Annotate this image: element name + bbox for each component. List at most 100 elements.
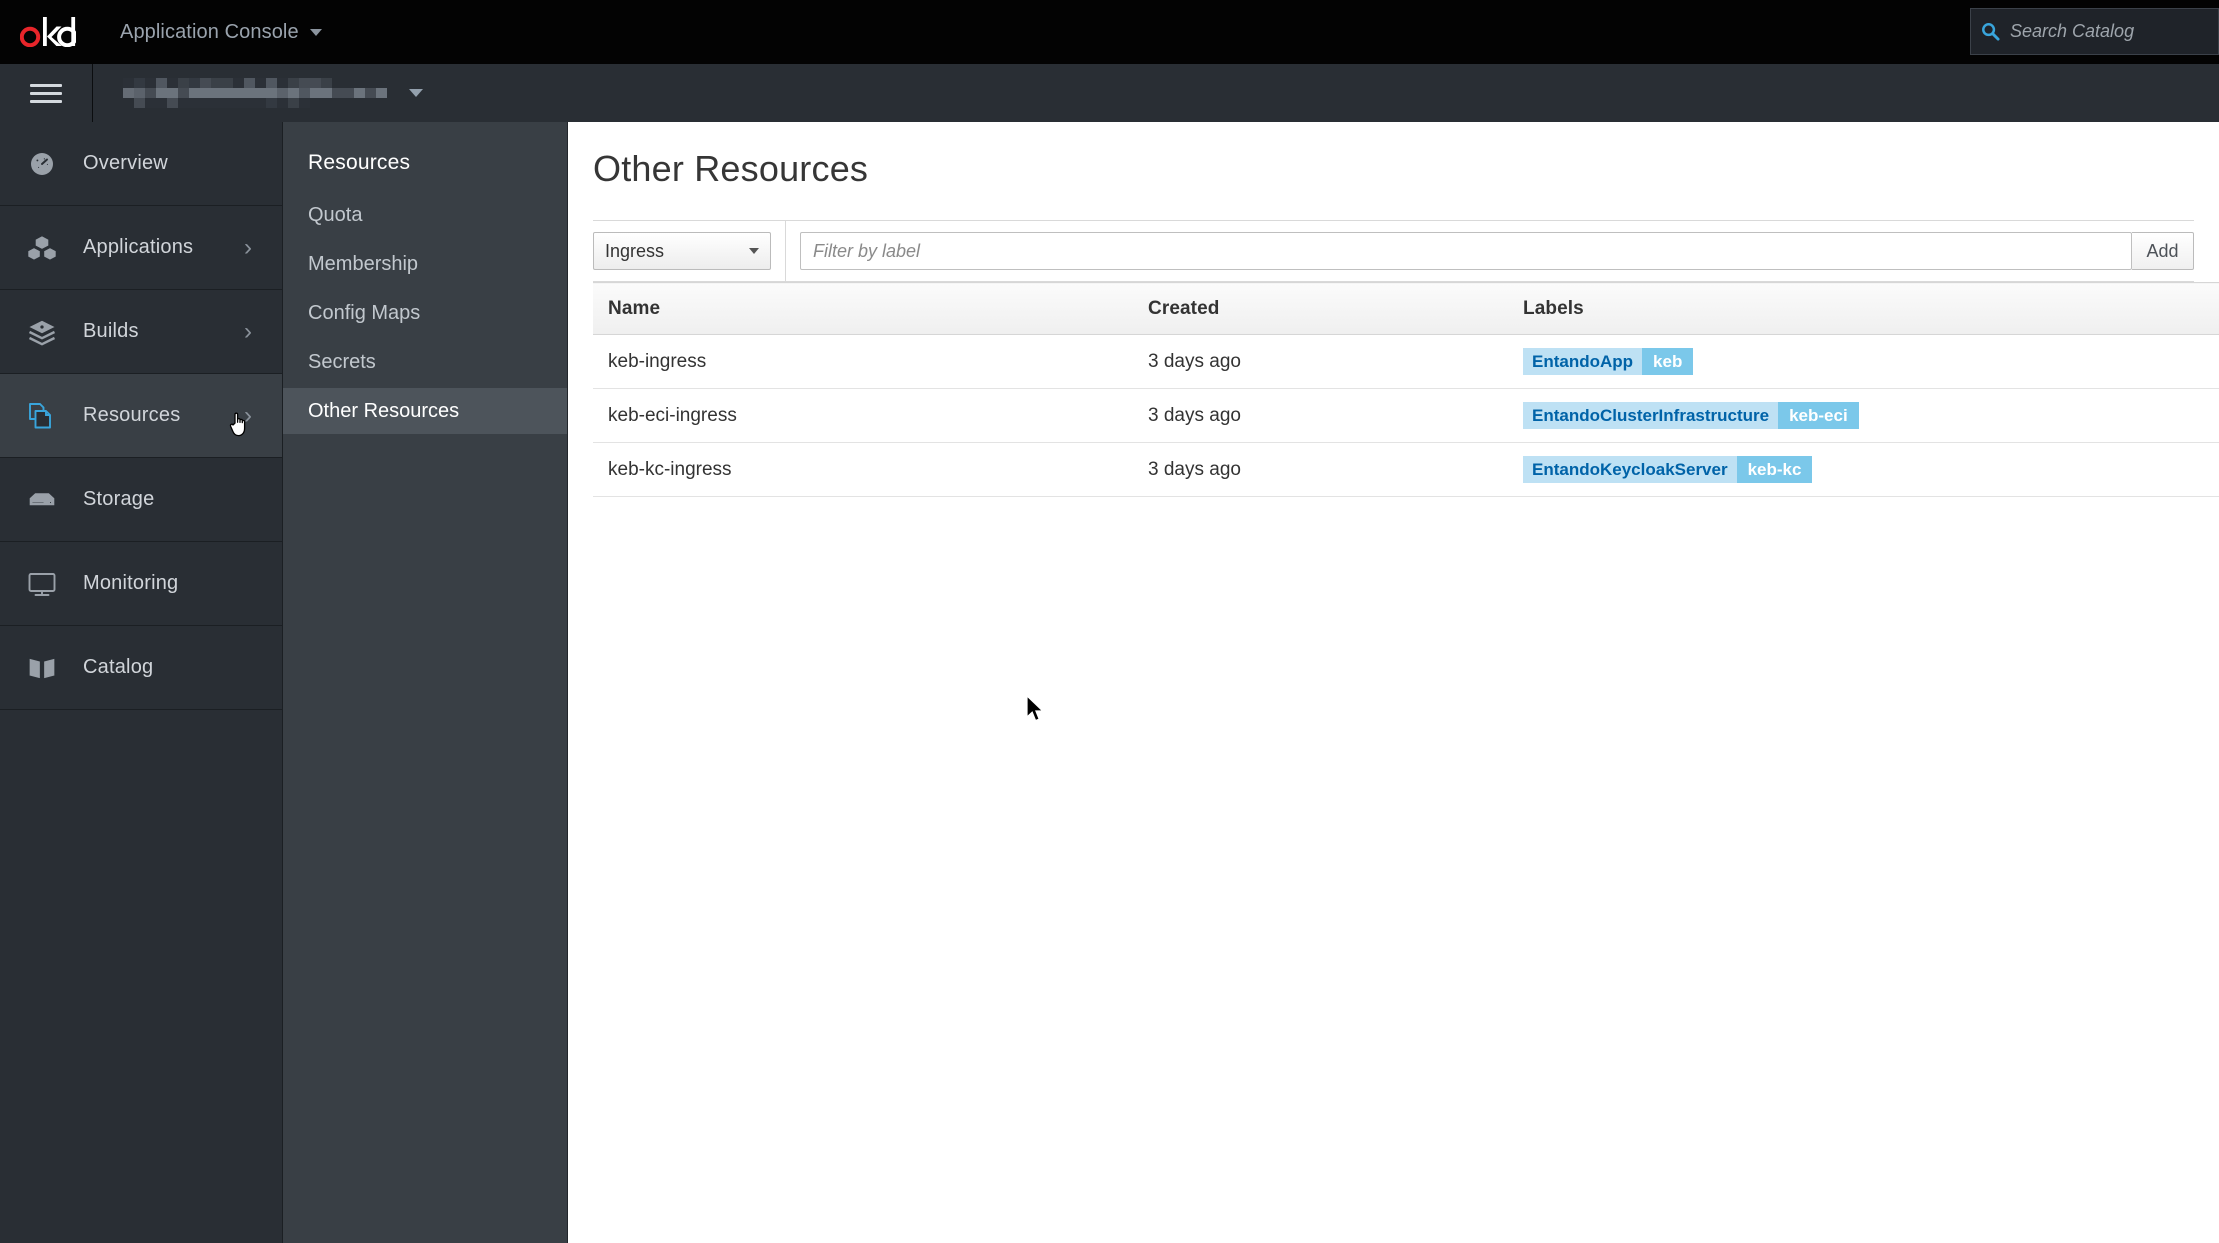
- redaction-pixel: [200, 98, 211, 108]
- redaction-pixel: [354, 88, 365, 98]
- redaction-pixel: [376, 88, 387, 98]
- redaction-pixel: [343, 78, 354, 88]
- resources-table-head: Name Created Labels: [593, 283, 2219, 335]
- sidebar-item-resources[interactable]: Resources ›: [0, 374, 282, 458]
- application-console-label: Application Console: [120, 21, 299, 44]
- cell-created: 3 days ago: [1133, 443, 1508, 497]
- sidebar-item-applications[interactable]: Applications ›: [0, 206, 282, 290]
- secondary-nav-item-config-maps[interactable]: Config Maps: [283, 290, 567, 336]
- redaction-pixel: [310, 98, 321, 108]
- filter-divider: [785, 221, 786, 281]
- redaction-pixel: [332, 78, 343, 88]
- redaction-pixel: [343, 88, 354, 98]
- redaction-pixel: [200, 78, 211, 88]
- redaction-pixel: [222, 88, 233, 98]
- cell-name[interactable]: keb-kc-ingress: [593, 443, 1133, 497]
- redaction-pixel: [134, 98, 145, 108]
- redaction-pixel: [299, 78, 310, 88]
- project-selector[interactable]: [93, 64, 423, 122]
- redaction-pixel: [266, 88, 277, 98]
- redaction-pixel: [156, 78, 167, 88]
- chevron-right-icon: ›: [244, 407, 252, 425]
- layers-icon: [0, 315, 83, 349]
- redaction-pixel: [189, 78, 200, 88]
- secondary-nav-item-membership[interactable]: Membership: [283, 241, 567, 287]
- resource-kind-value: Ingress: [605, 241, 664, 262]
- redaction-pixel: [134, 78, 145, 88]
- redaction-pixel: [310, 78, 321, 88]
- cell-created: 3 days ago: [1133, 335, 1508, 389]
- cell-name[interactable]: keb-eci-ingress: [593, 389, 1133, 443]
- sidebar-item-overview[interactable]: Overview: [0, 122, 282, 206]
- redaction-pixel: [321, 98, 332, 108]
- sidebar-item-label: Resources: [83, 404, 180, 427]
- sidebar-item-monitoring[interactable]: Monitoring: [0, 542, 282, 626]
- add-label-filter-button[interactable]: Add: [2132, 232, 2194, 270]
- cell-name[interactable]: keb-ingress: [593, 335, 1133, 389]
- redaction-pixel: [123, 98, 134, 108]
- catalog-search[interactable]: [1970, 8, 2219, 55]
- table-row[interactable]: keb-kc-ingress 3 days ago EntandoKeycloak…: [593, 443, 2219, 497]
- redaction-pixel: [145, 98, 156, 108]
- redaction-pixel: [365, 98, 376, 108]
- catalog-search-input[interactable]: [2010, 21, 2219, 42]
- secondary-nav-item-quota[interactable]: Quota: [283, 192, 567, 238]
- redaction-pixel: [112, 78, 123, 88]
- cubes-icon: [0, 231, 83, 265]
- redaction-pixel: [145, 88, 156, 98]
- redaction-pixel: [299, 98, 310, 108]
- redaction-pixel: [200, 88, 211, 98]
- redaction-pixel: [156, 98, 167, 108]
- application-console-menu[interactable]: Application Console: [120, 21, 322, 44]
- chevron-down-icon: [749, 248, 759, 254]
- redaction-pixel: [299, 88, 310, 98]
- secondary-nav-item-secrets[interactable]: Secrets: [283, 339, 567, 385]
- label-chip[interactable]: EntandoApp keb: [1523, 348, 1693, 375]
- sidebar-item-label: Builds: [83, 320, 139, 343]
- okd-logo[interactable]: [20, 14, 76, 50]
- cell-labels: EntandoClusterInfrastructure keb-eci: [1508, 389, 2219, 443]
- label-value: keb-eci: [1778, 402, 1859, 429]
- redaction-pixel: [112, 98, 123, 108]
- redaction-pixel: [376, 98, 387, 108]
- redaction-pixel: [288, 88, 299, 98]
- sidebar-item-label: Monitoring: [83, 572, 178, 595]
- redaction-pixel: [222, 78, 233, 88]
- redaction-pixel: [222, 98, 233, 108]
- book-icon: [0, 651, 83, 685]
- secondary-nav-item-other-resources[interactable]: Other Resources: [283, 388, 567, 434]
- redaction-pixel: [343, 98, 354, 108]
- cell-labels: EntandoApp keb: [1508, 335, 2219, 389]
- column-header-created[interactable]: Created: [1133, 283, 1508, 335]
- redaction-pixel: [255, 78, 266, 88]
- label-filter-input[interactable]: [800, 232, 2132, 270]
- label-chip[interactable]: EntandoClusterInfrastructure keb-eci: [1523, 402, 1859, 429]
- sidebar-item-label: Overview: [83, 152, 168, 175]
- redaction-pixel: [211, 78, 222, 88]
- redaction-pixel: [255, 88, 266, 98]
- sidebar-item-storage[interactable]: Storage: [0, 458, 282, 542]
- chevron-right-icon: ›: [244, 323, 252, 341]
- sidebar-item-catalog[interactable]: Catalog: [0, 626, 282, 710]
- column-header-name[interactable]: Name: [593, 283, 1133, 335]
- redaction-pixel: [145, 78, 156, 88]
- table-row[interactable]: keb-ingress 3 days ago EntandoApp keb: [593, 335, 2219, 389]
- redaction-pixel: [233, 88, 244, 98]
- redaction-pixel: [178, 88, 189, 98]
- redaction-pixel: [233, 98, 244, 108]
- redaction-pixel: [376, 78, 387, 88]
- label-value: keb-kc: [1737, 456, 1813, 483]
- label-chip[interactable]: EntandoKeycloakServer keb-kc: [1523, 456, 1812, 483]
- redaction-pixel: [354, 98, 365, 108]
- redaction-pixel: [266, 78, 277, 88]
- resource-kind-select[interactable]: Ingress: [593, 232, 771, 270]
- sidebar-item-builds[interactable]: Builds ›: [0, 290, 282, 374]
- sidebar-item-label: Storage: [83, 488, 154, 511]
- column-header-labels[interactable]: Labels: [1508, 283, 2219, 335]
- chevron-down-icon: [310, 29, 322, 36]
- hamburger-menu-icon[interactable]: [0, 64, 93, 122]
- cell-created: 3 days ago: [1133, 389, 1508, 443]
- redaction-pixel: [134, 88, 145, 98]
- redaction-pixel: [189, 98, 200, 108]
- table-row[interactable]: keb-eci-ingress 3 days ago EntandoCluster…: [593, 389, 2219, 443]
